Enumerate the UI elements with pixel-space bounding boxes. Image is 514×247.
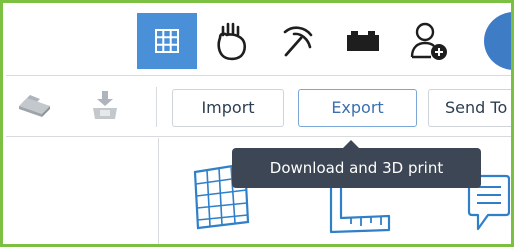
nav-add-user-button[interactable]	[399, 13, 459, 69]
grid-icon	[155, 29, 179, 53]
app-frame: Import Export Send To Download and 3D pr…	[0, 0, 514, 247]
import-button[interactable]: Import	[172, 89, 284, 127]
print-icon	[18, 92, 52, 122]
export-button[interactable]: Export	[298, 89, 417, 127]
user-avatar[interactable]	[484, 12, 511, 70]
download-tool-button[interactable]	[88, 90, 122, 124]
pickaxe-icon	[280, 23, 316, 59]
brick-icon	[346, 29, 380, 53]
add-user-icon	[410, 21, 448, 61]
nav-hand-button[interactable]	[202, 13, 262, 69]
export-tooltip: Download and 3D print	[232, 148, 481, 188]
toolbar: Import Export Send To	[6, 77, 511, 137]
side-panel	[6, 138, 159, 244]
toolbar-divider	[156, 87, 157, 127]
hand-icon	[215, 21, 249, 61]
top-nav-bar	[6, 6, 511, 76]
download-icon	[91, 90, 119, 124]
nav-brick-button[interactable]	[333, 13, 393, 69]
nav-grid-button[interactable]	[137, 13, 197, 69]
send-to-button[interactable]: Send To	[428, 89, 511, 127]
print-tool-button[interactable]	[18, 92, 52, 122]
nav-pickaxe-button[interactable]	[268, 13, 328, 69]
